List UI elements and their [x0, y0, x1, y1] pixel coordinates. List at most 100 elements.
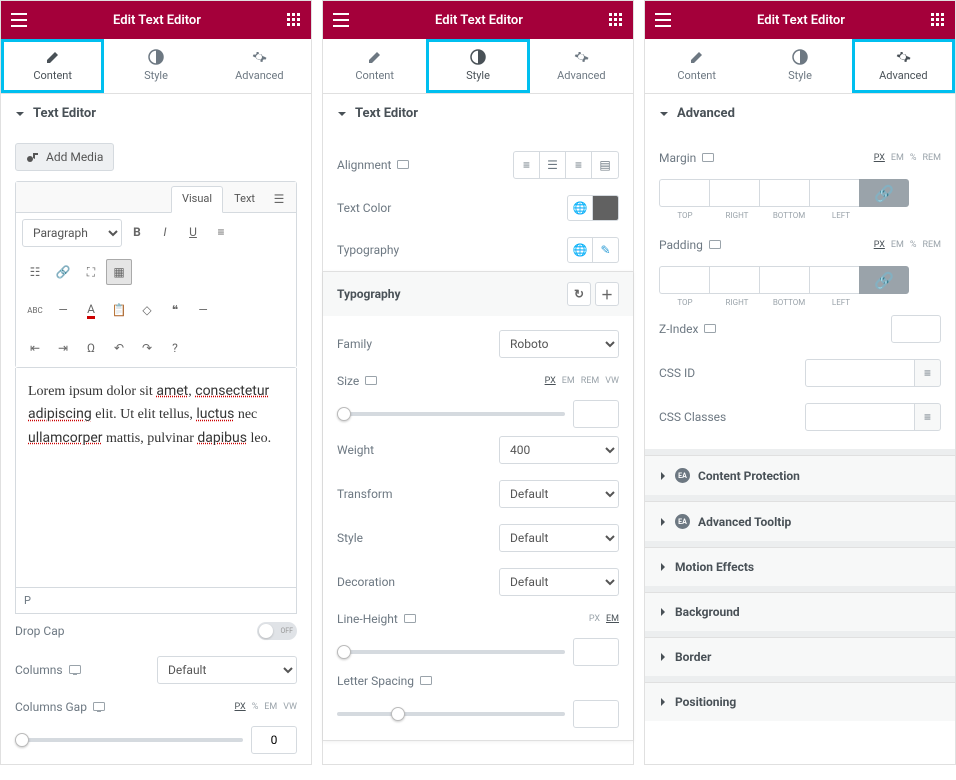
weight-select[interactable]: 400: [499, 436, 619, 464]
visual-tab[interactable]: Visual: [171, 186, 223, 213]
accordion-motion-effects[interactable]: Motion Effects: [645, 547, 955, 586]
padding-right[interactable]: [709, 266, 759, 294]
hamburger-icon[interactable]: [333, 13, 349, 27]
link-values-icon[interactable]: 🔗: [859, 179, 909, 207]
columns-select[interactable]: Default: [157, 656, 297, 684]
size-input[interactable]: [573, 400, 619, 428]
content-textarea[interactable]: Lorem ipsum dolor sit amet, consectetur …: [15, 368, 297, 588]
responsive-icon[interactable]: [709, 240, 721, 250]
italic-icon[interactable]: I: [152, 219, 178, 245]
accordion-border[interactable]: Border: [645, 637, 955, 676]
hr-icon[interactable]: —: [50, 297, 76, 323]
underline-icon[interactable]: U: [180, 219, 206, 245]
responsive-icon[interactable]: [93, 702, 105, 712]
hamburger-icon[interactable]: [11, 13, 27, 27]
letterspacing-input[interactable]: [573, 700, 619, 728]
responsive-icon[interactable]: [420, 676, 432, 686]
link-values-icon[interactable]: 🔗: [859, 266, 909, 294]
toolbar-toggle-icon[interactable]: ☰: [266, 186, 292, 212]
family-select[interactable]: Roboto: [499, 330, 619, 358]
apps-grid-icon[interactable]: [931, 13, 945, 27]
align-center-icon[interactable]: ☰: [540, 152, 566, 178]
undo-icon[interactable]: ↶: [106, 335, 132, 361]
tab-advanced[interactable]: Advanced: [530, 39, 633, 93]
global-typo-icon[interactable]: 🌐: [567, 237, 593, 263]
columns-gap-input[interactable]: [251, 726, 297, 754]
tab-style[interactable]: Style: [104, 39, 207, 93]
tab-advanced[interactable]: Advanced: [208, 39, 311, 93]
fullscreen-icon[interactable]: ⛶: [78, 259, 104, 285]
bold-icon[interactable]: B: [124, 219, 150, 245]
strike-icon[interactable]: ABC: [22, 297, 48, 323]
apps-grid-icon[interactable]: [609, 13, 623, 27]
tab-content[interactable]: Content: [1, 39, 104, 93]
letterspacing-slider[interactable]: [337, 712, 565, 716]
symbol-icon[interactable]: ―: [190, 297, 216, 323]
numlist-icon[interactable]: ☷: [22, 259, 48, 285]
decoration-select[interactable]: Default: [499, 568, 619, 596]
dynamic-icon[interactable]: ≡: [915, 359, 941, 387]
tab-style[interactable]: Style: [748, 39, 851, 93]
responsive-icon[interactable]: [365, 376, 377, 386]
cssclasses-input[interactable]: [805, 403, 915, 431]
accordion-positioning[interactable]: Positioning: [645, 682, 955, 721]
margin-right[interactable]: [709, 179, 759, 207]
style-select[interactable]: Default: [499, 524, 619, 552]
section-header[interactable]: Advanced: [645, 94, 955, 133]
lineheight-slider[interactable]: [337, 650, 565, 654]
add-icon[interactable]: ＋: [595, 282, 619, 306]
margin-left[interactable]: [809, 179, 859, 207]
tab-content[interactable]: Content: [645, 39, 748, 93]
zindex-input[interactable]: [891, 315, 941, 343]
clear-format-icon[interactable]: ◇: [134, 297, 160, 323]
redo-icon[interactable]: ↷: [134, 335, 160, 361]
lineheight-input[interactable]: [573, 638, 619, 666]
transform-select[interactable]: Default: [499, 480, 619, 508]
edit-typo-icon[interactable]: ✎: [593, 237, 619, 263]
paragraph-select[interactable]: Paragraph: [22, 219, 122, 247]
responsive-icon[interactable]: [69, 665, 81, 675]
align-right-icon[interactable]: ≡: [566, 152, 592, 178]
accordion-background[interactable]: Background: [645, 592, 955, 631]
align-justify-icon[interactable]: ▤: [592, 152, 618, 178]
cssid-input[interactable]: [805, 359, 915, 387]
paste-icon[interactable]: 📋: [106, 297, 132, 323]
accordion-advanced-tooltip[interactable]: EA Advanced Tooltip: [645, 501, 955, 541]
dropcap-toggle[interactable]: OFF: [257, 622, 297, 640]
color-swatch[interactable]: [593, 195, 619, 221]
margin-bottom[interactable]: [759, 179, 809, 207]
tab-style[interactable]: Style: [426, 39, 529, 93]
text-tab[interactable]: Text: [223, 186, 266, 212]
padding-bottom[interactable]: [759, 266, 809, 294]
section-header[interactable]: Text Editor: [323, 94, 633, 133]
toolbar-toggle-icon[interactable]: ▦: [106, 259, 132, 285]
accordion-content-protection[interactable]: EA Content Protection: [645, 455, 955, 495]
section-header[interactable]: Text Editor: [1, 94, 311, 133]
padding-top[interactable]: [659, 266, 709, 294]
padding-left[interactable]: [809, 266, 859, 294]
size-slider[interactable]: [337, 412, 565, 416]
columns-gap-slider[interactable]: [15, 738, 243, 742]
add-media-button[interactable]: Add Media: [15, 143, 114, 171]
link-icon[interactable]: 🔗: [50, 259, 76, 285]
list-icon[interactable]: ≡: [208, 219, 234, 245]
global-color-icon[interactable]: 🌐: [567, 195, 593, 221]
dynamic-icon[interactable]: ≡: [915, 403, 941, 431]
responsive-icon[interactable]: [397, 160, 409, 170]
responsive-icon[interactable]: [404, 614, 416, 624]
align-left-icon[interactable]: ≡: [514, 152, 540, 178]
quote-icon[interactable]: ❝: [162, 297, 188, 323]
hamburger-icon[interactable]: [655, 13, 671, 27]
reset-icon[interactable]: ↻: [567, 282, 591, 306]
tab-content[interactable]: Content: [323, 39, 426, 93]
textcolor-icon[interactable]: A: [78, 297, 104, 323]
special-icon[interactable]: Ω: [78, 335, 104, 361]
outdent-icon[interactable]: ⇤: [22, 335, 48, 361]
responsive-icon[interactable]: [704, 324, 716, 334]
margin-top[interactable]: [659, 179, 709, 207]
indent-icon[interactable]: ⇥: [50, 335, 76, 361]
apps-grid-icon[interactable]: [287, 13, 301, 27]
help-icon[interactable]: ?: [162, 335, 188, 361]
tab-advanced[interactable]: Advanced: [852, 39, 955, 93]
responsive-icon[interactable]: [702, 153, 714, 163]
